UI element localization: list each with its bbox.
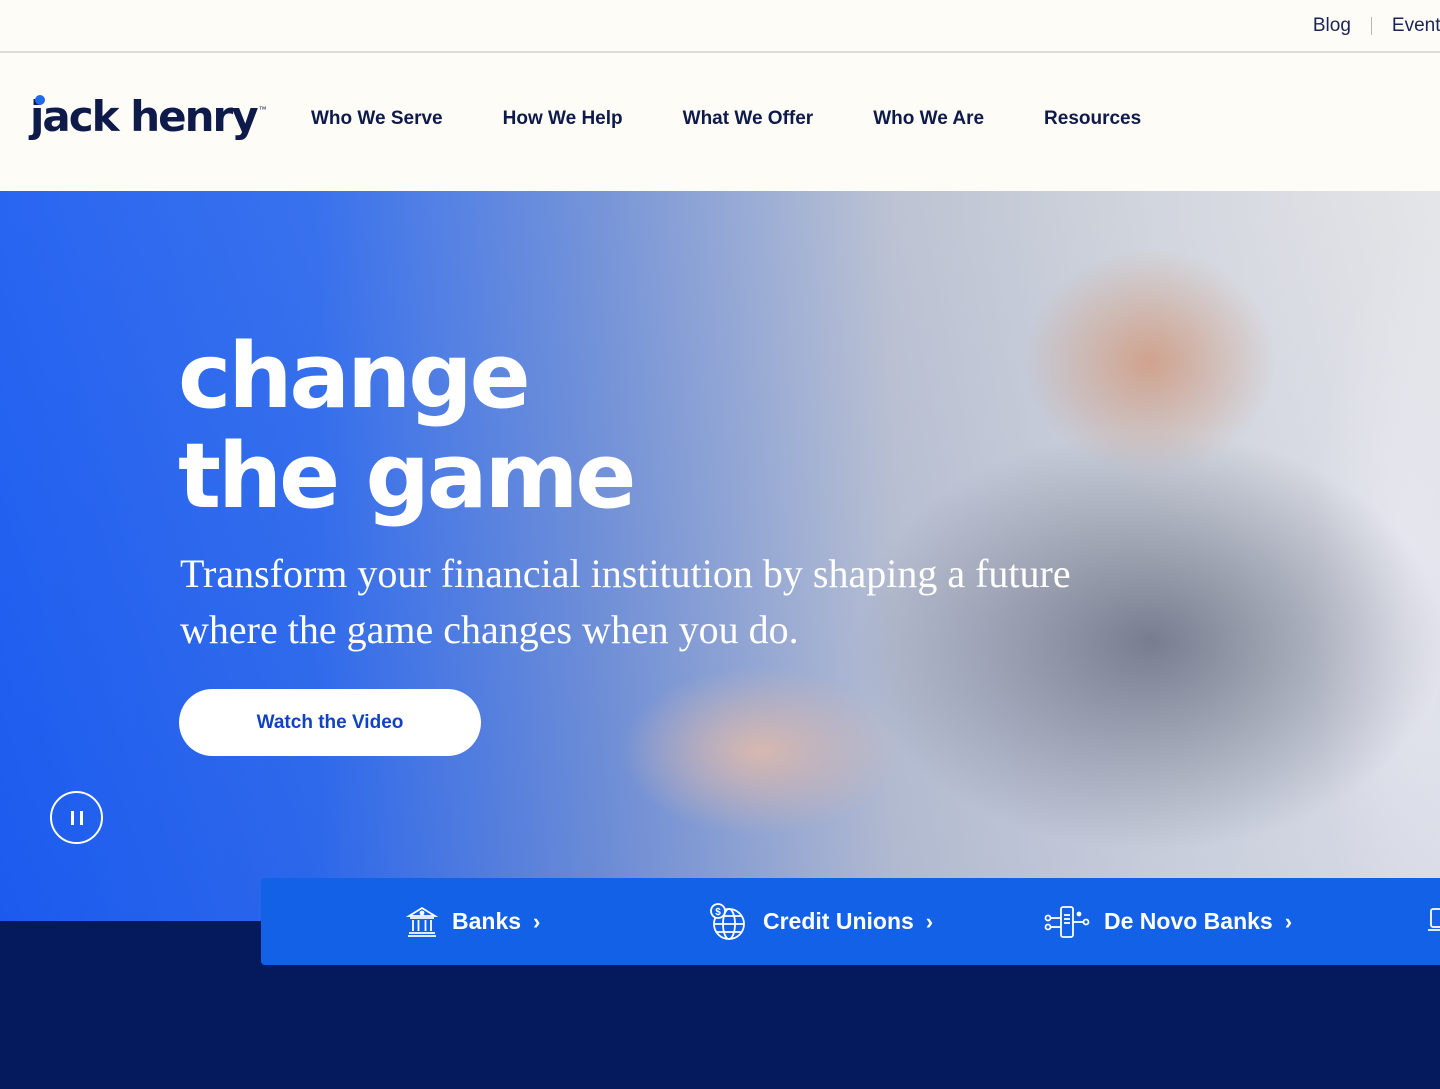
globe-dollar-icon: $ xyxy=(707,902,749,942)
nav-resources[interactable]: Resources xyxy=(1044,108,1141,130)
svg-text:$: $ xyxy=(715,907,721,918)
hero-subtitle: Transform your financial institution by … xyxy=(180,551,1071,652)
chevron-right-icon: › xyxy=(1284,908,1293,934)
chevron-right-icon: › xyxy=(533,908,541,934)
hero-section: change the game Transform your financial… xyxy=(0,191,1440,921)
primary-nav: Who We Serve How We Help What We Offer W… xyxy=(311,108,1201,130)
category-de-novo-banks-label: De Novo Banks xyxy=(1104,908,1273,934)
category-banks-label: Banks xyxy=(452,908,522,934)
jack-henry-logo[interactable]: jack henry ™ xyxy=(30,93,267,145)
category-credit-unions-label: Credit Unions xyxy=(763,908,914,934)
hero-title-line-1: change xyxy=(178,324,531,429)
chevron-right-icon: › xyxy=(925,908,934,934)
logo-dot xyxy=(35,95,45,105)
category-strip: Banks › $ Credit Unions › De Novo Banks … xyxy=(261,878,1440,965)
pause-icon xyxy=(68,810,86,825)
hero-title: change the game xyxy=(178,324,636,529)
category-de-novo-banks[interactable]: De Novo Banks › xyxy=(1044,878,1292,965)
nav-how-we-help[interactable]: How We Help xyxy=(503,108,623,130)
hero-title-line-2: the game xyxy=(178,424,636,529)
logo-trademark: ™ xyxy=(258,105,267,114)
nav-what-we-offer[interactable]: What We Offer xyxy=(683,108,814,130)
utility-bar: Blog Events xyxy=(0,0,1440,53)
events-link[interactable]: Events xyxy=(1392,15,1440,37)
laptop-icon xyxy=(1427,906,1440,941)
mobile-network-icon xyxy=(1044,904,1090,940)
utility-links: Blog Events xyxy=(1313,0,1440,52)
utility-divider xyxy=(1370,17,1372,35)
blog-link[interactable]: Blog xyxy=(1313,15,1351,37)
main-header: jack henry ™ Who We Serve How We Help Wh… xyxy=(0,55,1440,191)
nav-who-we-serve[interactable]: Who We Serve xyxy=(311,108,443,130)
pause-video-button[interactable] xyxy=(50,791,103,844)
logo-wordmark: jack henry xyxy=(30,92,259,141)
category-credit-unions[interactable]: $ Credit Unions › xyxy=(707,878,933,965)
bank-icon xyxy=(406,905,438,939)
watch-video-button[interactable]: Watch the Video xyxy=(179,689,481,756)
nav-who-we-are[interactable]: Who We Are xyxy=(873,108,984,130)
category-banks[interactable]: Banks › xyxy=(406,878,540,965)
